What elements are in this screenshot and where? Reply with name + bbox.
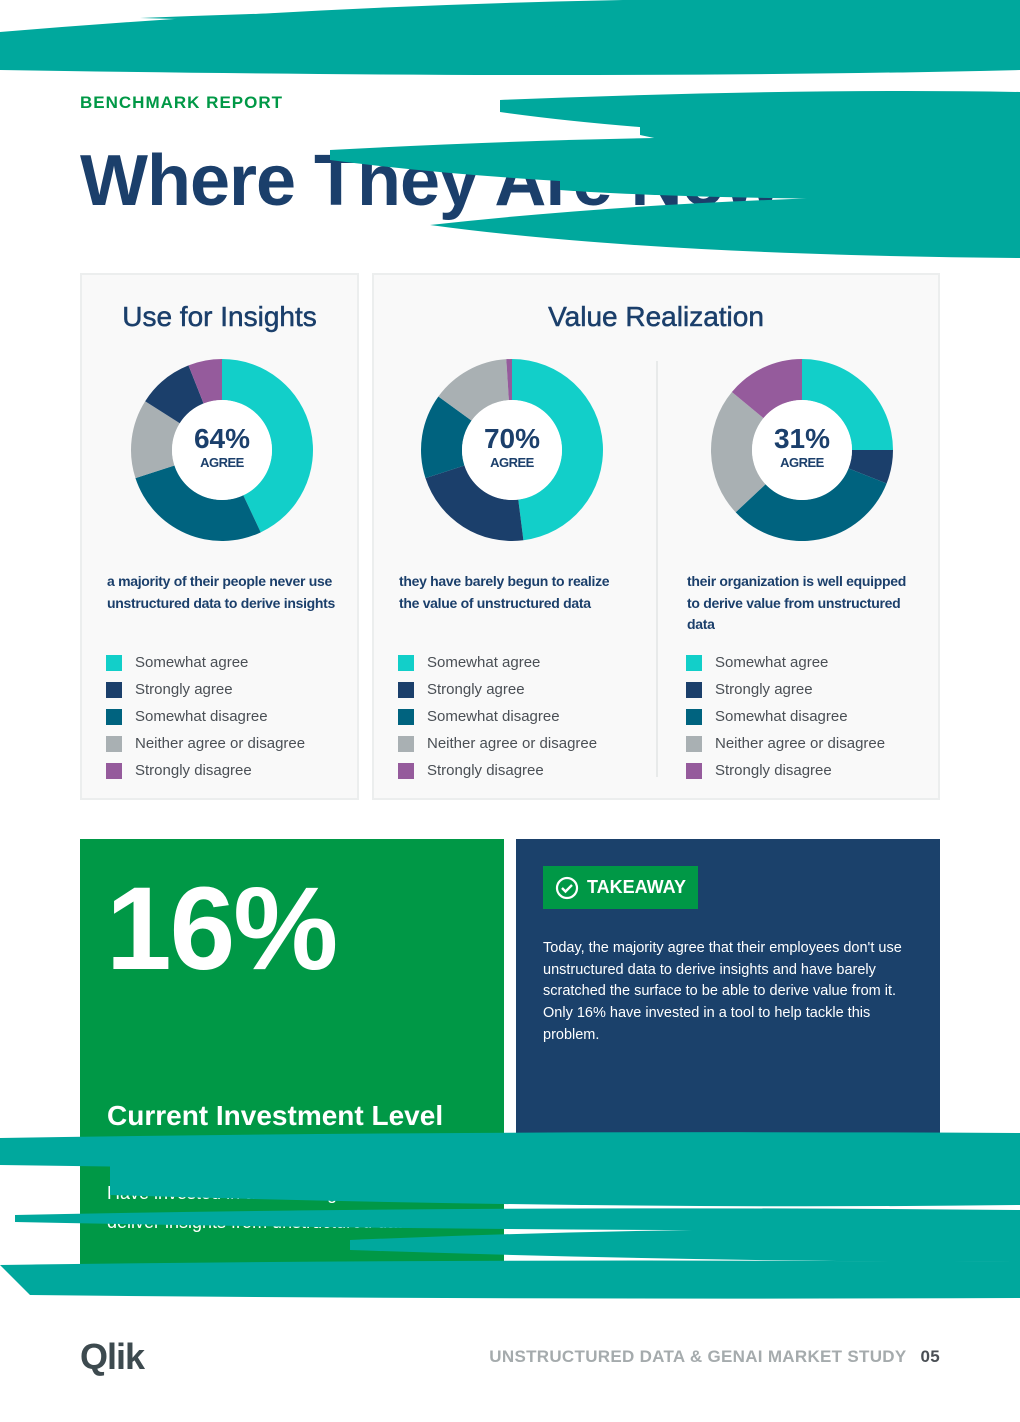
study-title: UNSTRUCTURED DATA & GENAI MARKET STUDY xyxy=(489,1347,907,1366)
page-number: 05 xyxy=(920,1347,940,1366)
decorative-brush-streaks xyxy=(0,0,1020,1299)
qlik-logo: Qlik xyxy=(80,1336,145,1377)
footer: UNSTRUCTURED DATA & GENAI MARKET STUDY 05 xyxy=(489,1347,940,1367)
